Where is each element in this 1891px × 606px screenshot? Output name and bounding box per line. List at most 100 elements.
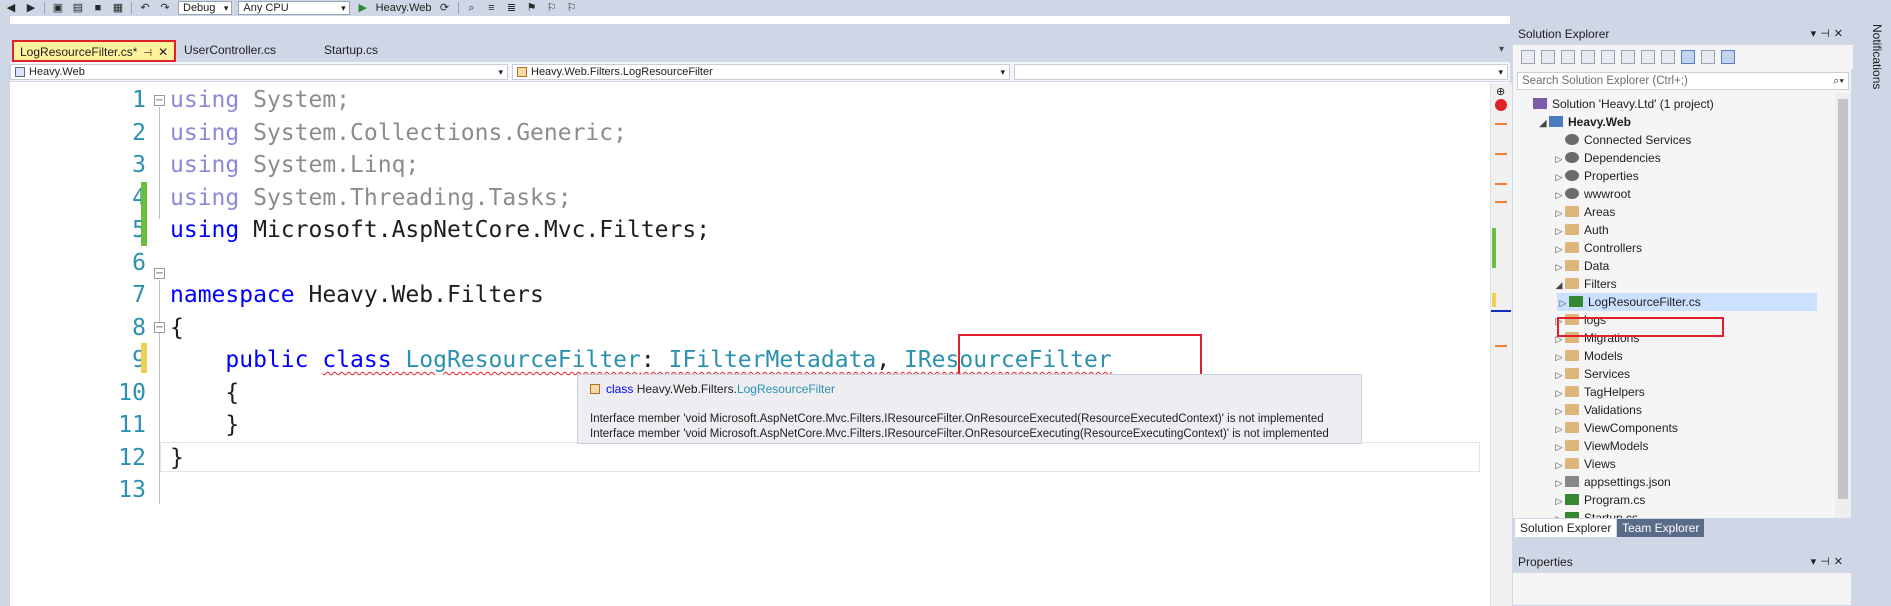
- split-icon[interactable]: ⊕: [1496, 85, 1505, 98]
- tab-solution-explorer[interactable]: Solution Explorer: [1515, 519, 1617, 537]
- type-dropdown[interactable]: Heavy.Web.Filters.LogResourceFilter ▾: [512, 64, 1010, 80]
- properties-icon[interactable]: [1701, 50, 1715, 64]
- code-line[interactable]: 2 using System.Collections.Generic;: [10, 117, 1480, 149]
- tree-item[interactable]: ▷ Controllers: [1553, 239, 1643, 258]
- expand-toggle-icon[interactable]: ◢: [1553, 276, 1565, 294]
- tree-item[interactable]: ▷ Startup.cs: [1553, 509, 1638, 518]
- switch-views-icon[interactable]: [1581, 50, 1595, 64]
- expand-toggle-icon[interactable]: ▷: [1553, 168, 1565, 186]
- code-text-area[interactable]: 1 using System; 2 using System.Collections.…: [10, 83, 1510, 606]
- expand-toggle-icon[interactable]: ▷: [1553, 204, 1565, 222]
- expand-toggle-icon[interactable]: ▷: [1553, 348, 1565, 366]
- code-line[interactable]: 12}: [10, 442, 1480, 474]
- wrench-icon[interactable]: [1721, 50, 1735, 64]
- collapse-toggle[interactable]: −: [154, 322, 165, 333]
- expand-toggle-icon[interactable]: ▷: [1553, 402, 1565, 420]
- save-all-icon[interactable]: ▦: [111, 2, 125, 14]
- tree-item[interactable]: ▷ TagHelpers: [1553, 383, 1645, 401]
- expand-toggle-icon[interactable]: ◢: [1537, 114, 1549, 132]
- collapse-toggle[interactable]: −: [154, 268, 165, 279]
- tree-item[interactable]: ▷ Models: [1553, 347, 1623, 365]
- expand-toggle-icon[interactable]: ▷: [1553, 438, 1565, 456]
- find-icon[interactable]: ⌕: [465, 2, 479, 14]
- code-line[interactable]: 5 using Microsoft.AspNetCore.Mvc.Filters;: [10, 214, 1480, 246]
- forward-icon[interactable]: ▶: [24, 2, 38, 14]
- tree-item[interactable]: ▷ Areas: [1553, 203, 1616, 222]
- code-line[interactable]: 13: [10, 474, 1480, 506]
- code-line[interactable]: 8{: [10, 312, 1480, 344]
- expand-toggle-icon[interactable]: ▷: [1553, 258, 1565, 276]
- expand-toggle-icon[interactable]: ▷: [1553, 240, 1565, 258]
- expand-toggle-icon[interactable]: ▷: [1553, 456, 1565, 474]
- expand-toggle-icon[interactable]: ▷: [1557, 294, 1569, 312]
- forward-icon[interactable]: [1541, 50, 1555, 64]
- expand-toggle-icon[interactable]: ▷: [1553, 186, 1565, 204]
- expand-toggle-icon[interactable]: ▷: [1553, 384, 1565, 402]
- run-target-label[interactable]: Heavy.Web: [376, 2, 432, 14]
- tree-item[interactable]: ▷ ViewComponents: [1553, 419, 1678, 437]
- close-icon[interactable]: ✕: [158, 45, 168, 59]
- expand-toggle-icon[interactable]: ▷: [1553, 222, 1565, 240]
- solution-platform-select[interactable]: Any CPU: [238, 1, 350, 15]
- bookmark-prev-icon[interactable]: ⚐: [545, 2, 559, 14]
- expand-toggle-icon[interactable]: ▷: [1553, 420, 1565, 438]
- scrollbar-thumb[interactable]: [1838, 99, 1848, 499]
- solution-configuration-select[interactable]: Debug: [178, 1, 233, 15]
- tree-item[interactable]: ▷ Properties: [1553, 167, 1639, 185]
- back-icon[interactable]: ◀: [4, 2, 18, 14]
- code-line[interactable]: 9 public class LogResourceFilter: IFilte…: [10, 344, 1480, 376]
- tree-item[interactable]: ▷ Dependencies: [1553, 149, 1661, 167]
- show-all-files-icon[interactable]: [1661, 50, 1675, 64]
- collapse-toggle[interactable]: −: [154, 95, 165, 106]
- tree-item[interactable]: ▷ Views: [1553, 455, 1616, 473]
- code-line[interactable]: 1 using System;: [10, 84, 1480, 116]
- bookmark-next-icon[interactable]: ⚐: [565, 2, 579, 14]
- tree-item[interactable]: ▷ LogResourceFilter.cs: [1557, 293, 1817, 311]
- undo-icon[interactable]: ↶: [138, 2, 152, 14]
- bookmark-icon[interactable]: ⚑: [525, 2, 539, 14]
- expand-toggle-icon[interactable]: ▷: [1553, 366, 1565, 384]
- format-icon[interactable]: ≡: [485, 2, 499, 14]
- project-dropdown[interactable]: Heavy.Web ▾: [10, 64, 508, 80]
- code-line[interactable]: 6: [10, 247, 1480, 279]
- new-project-icon[interactable]: ▣: [51, 2, 65, 14]
- tab-team-explorer[interactable]: Team Explorer: [1617, 519, 1705, 537]
- sync-icon[interactable]: [1621, 50, 1635, 64]
- panel-window-controls[interactable]: ▾⊣✕: [1811, 23, 1847, 45]
- open-file-icon[interactable]: ▤: [71, 2, 85, 14]
- collapse-all-icon[interactable]: [1641, 50, 1655, 64]
- refresh-icon[interactable]: ⟳: [438, 2, 452, 14]
- tree-item[interactable]: ▷ Data: [1553, 257, 1610, 276]
- search-icon[interactable]: ⌕▾: [1833, 73, 1844, 89]
- run-icon[interactable]: ▶: [356, 2, 370, 14]
- tab-usercontroller[interactable]: UserController.cs: [178, 40, 282, 62]
- save-icon[interactable]: ■: [91, 2, 105, 14]
- pin-icon[interactable]: ⊣: [143, 48, 152, 59]
- expand-toggle-icon[interactable]: ▷: [1553, 150, 1565, 168]
- tab-overflow-icon[interactable]: ▾: [1499, 44, 1504, 55]
- tree-item[interactable]: ◢ Heavy.Web: [1537, 113, 1631, 131]
- editor-vertical-scrollbar[interactable]: ⊕: [1490, 83, 1512, 606]
- redo-icon[interactable]: ↷: [158, 2, 172, 14]
- tab-startup[interactable]: Startup.cs: [318, 40, 384, 62]
- back-icon[interactable]: [1521, 50, 1535, 64]
- tree-item[interactable]: ◢ Filters: [1553, 275, 1617, 293]
- notifications-rail[interactable]: Notifications: [1864, 16, 1891, 606]
- tree-item[interactable]: ▷ Auth: [1553, 221, 1609, 239]
- expand-toggle-icon[interactable]: ▷: [1553, 492, 1565, 510]
- expand-toggle-icon[interactable]: ▷: [1553, 510, 1565, 518]
- solution-tree-scrollbar[interactable]: [1835, 93, 1851, 518]
- preview-selected-icon[interactable]: [1681, 50, 1695, 64]
- pending-changes-icon[interactable]: [1601, 50, 1615, 64]
- solution-explorer-search-input[interactable]: Search Solution Explorer (Ctrl+;) ⌕▾: [1517, 72, 1849, 90]
- tree-item[interactable]: Connected Services: [1553, 131, 1691, 149]
- tree-item[interactable]: ▷ Services: [1553, 365, 1630, 383]
- home-icon[interactable]: [1561, 50, 1575, 64]
- tree-item[interactable]: ▷ Validations: [1553, 401, 1642, 419]
- tab-logresourcefilter[interactable]: LogResourceFilter.cs* ⊣ ✕: [12, 40, 177, 62]
- code-line[interactable]: 4 using System.Threading.Tasks;: [10, 182, 1480, 214]
- tree-item[interactable]: ▷ ViewModels: [1553, 437, 1649, 456]
- tree-item[interactable]: ▷ wwwroot: [1553, 185, 1631, 203]
- tree-item[interactable]: ▷ Program.cs: [1553, 491, 1646, 510]
- expand-toggle-icon[interactable]: ▷: [1553, 474, 1565, 492]
